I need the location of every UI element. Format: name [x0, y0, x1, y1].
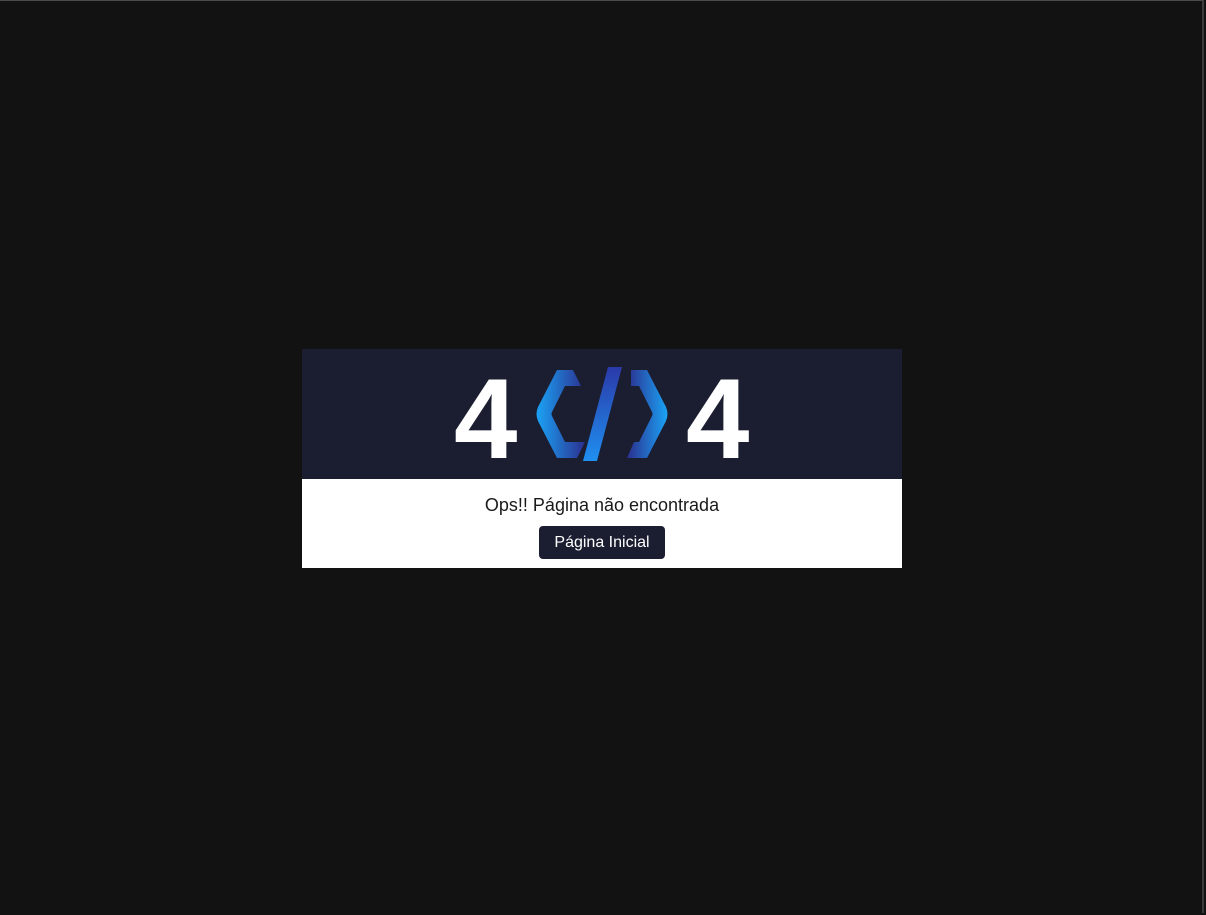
error-digit-left: 4 — [454, 356, 518, 483]
error-banner: 4 4 — [302, 349, 902, 479]
error-digit-right: 4 — [686, 356, 750, 483]
code-brackets-icon — [536, 367, 668, 461]
error-card: 4 4 Ops!! Página não encontrada Página I… — [302, 349, 902, 568]
home-button[interactable]: Página Inicial — [539, 526, 665, 559]
error-message: Ops!! Página não encontrada — [484, 495, 720, 515]
error-body: Ops!! Página não encontrada Página Inici… — [302, 479, 902, 568]
